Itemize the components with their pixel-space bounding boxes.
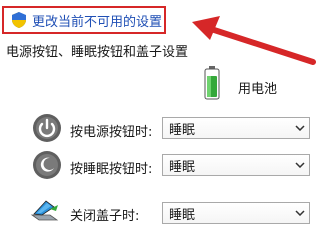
change-unavailable-settings-label: 更改当前不可用的设置 bbox=[32, 14, 163, 30]
chevron-down-icon bbox=[291, 118, 309, 138]
lid-close-action-select[interactable]: 睡眠 bbox=[162, 202, 310, 224]
chevron-down-icon bbox=[291, 203, 309, 223]
power-icon bbox=[33, 114, 61, 142]
power-button-label: 按电源按钮时: bbox=[70, 125, 153, 140]
sleep-icon bbox=[33, 151, 61, 179]
uac-shield-icon bbox=[12, 12, 26, 28]
lid-close-label: 关闭盖子时: bbox=[70, 209, 140, 224]
sleep-button-action-value: 睡眠 bbox=[169, 159, 196, 175]
annotation-arrow bbox=[192, 16, 316, 65]
power-button-action-value: 睡眠 bbox=[169, 122, 196, 138]
section-title: 电源按钮、睡眠按钮和盖子设置 bbox=[6, 45, 189, 60]
chevron-down-icon bbox=[291, 155, 309, 175]
lid-close-action-value: 睡眠 bbox=[169, 207, 196, 223]
sleep-button-action-select[interactable]: 睡眠 bbox=[162, 154, 310, 176]
power-button-action-select[interactable]: 睡眠 bbox=[162, 117, 310, 139]
change-unavailable-settings-link[interactable]: 更改当前不可用的设置 bbox=[2, 6, 166, 34]
laptop-lid-icon bbox=[30, 200, 59, 221]
battery-icon bbox=[204, 66, 220, 100]
battery-column-label: 用电池 bbox=[238, 82, 278, 97]
sleep-button-label: 按睡眠按钮时: bbox=[70, 162, 153, 177]
